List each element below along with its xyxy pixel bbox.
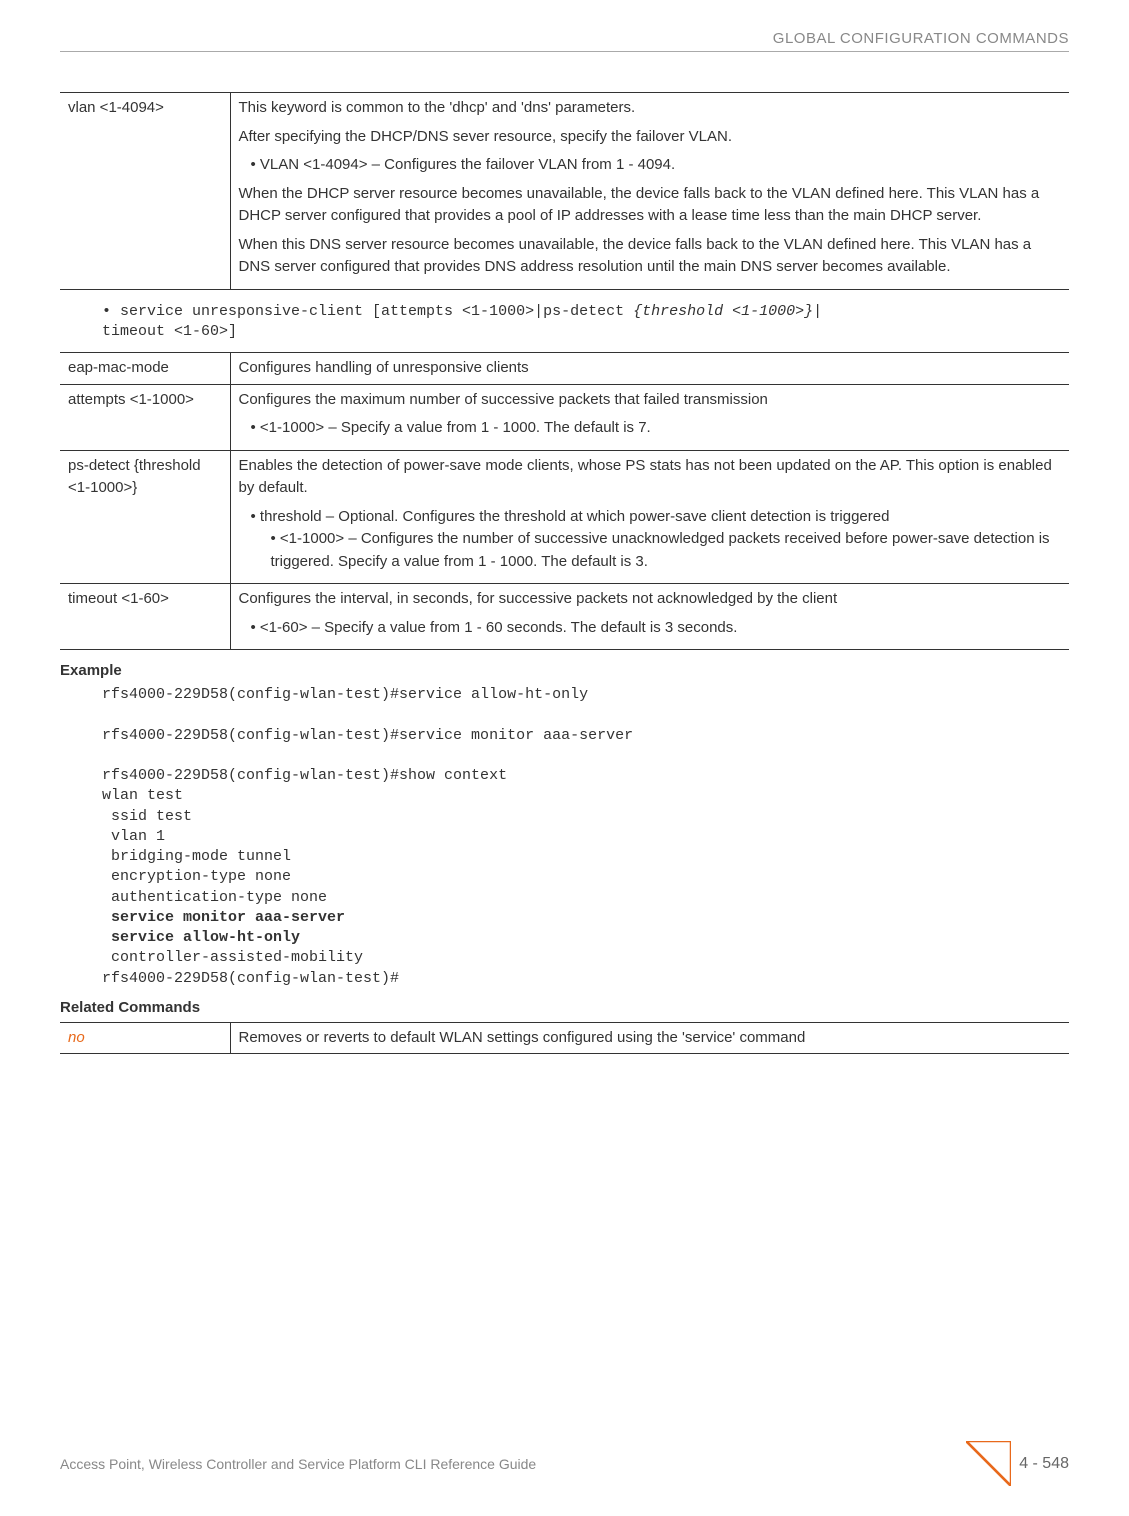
bullet-item: <1-1000> – Specify a value from 1 - 1000…: [251, 417, 1062, 440]
bullet-item: threshold – Optional. Configures the thr…: [251, 506, 1062, 574]
table-row: ps-detect {threshold <1-1000>} Enables t…: [60, 450, 1069, 584]
related-commands-heading: Related Commands: [60, 999, 1069, 1016]
page-header: GLOBAL CONFIGURATION COMMANDS: [60, 30, 1069, 52]
bullet-item: VLAN <1-4094> – Configures the failover …: [251, 154, 1062, 177]
code-line-bold: service allow-ht-only: [102, 929, 300, 946]
desc-text: Enables the detection of power-save mode…: [239, 455, 1062, 500]
page-corner-icon: [966, 1441, 1011, 1486]
desc-text: Configures the interval, in seconds, for…: [239, 588, 1062, 611]
code-line-bold: service monitor aaa-server: [102, 909, 345, 926]
code-line: rfs4000-229D58(config-wlan-test)#service…: [102, 727, 633, 744]
page-number: 4 - 548: [1019, 1455, 1069, 1473]
param-cell: no: [60, 1022, 230, 1054]
desc-cell: Enables the detection of power-save mode…: [230, 450, 1069, 584]
desc-cell: Configures the maximum number of success…: [230, 384, 1069, 450]
desc-text: When this DNS server resource becomes un…: [239, 234, 1062, 279]
desc-text: Configures the maximum number of success…: [239, 389, 1062, 412]
code-line: bridging-mode tunnel: [102, 848, 291, 865]
example-code: rfs4000-229D58(config-wlan-test)# service…: [60, 685, 1069, 989]
code-line: ssid test: [102, 808, 192, 825]
example-heading: Example: [60, 662, 1069, 679]
code-line: controller-assisted-mobility: [102, 949, 363, 966]
param-table-1: vlan <1-4094> This keyword is common to …: [60, 92, 1069, 290]
table-row: vlan <1-4094> This keyword is common to …: [60, 93, 1069, 290]
related-cmd-link: no: [68, 1029, 85, 1046]
desc-cell: Configures handling of unresponsive clie…: [230, 353, 1069, 385]
table-row: timeout <1-60> Configures the interval, …: [60, 584, 1069, 650]
code-line: encryption-type none: [102, 868, 291, 885]
bullet-item: <1-60> – Specify a value from 1 - 60 sec…: [251, 617, 1062, 640]
param-cell: attempts <1-1000>: [60, 384, 230, 450]
param-cell: eap-mac-mode: [60, 353, 230, 385]
code-line: rfs4000-229D58(config-wlan-test)#: [102, 970, 399, 987]
related-commands-table: no Removes or reverts to default WLAN se…: [60, 1022, 1069, 1055]
code-line: rfs4000-229D58(config-wlan-test)#service…: [102, 686, 588, 703]
desc-cell: Removes or reverts to default WLAN setti…: [230, 1022, 1069, 1054]
page-number-box: 4 - 548: [966, 1441, 1069, 1486]
desc-text: This keyword is common to the 'dhcp' and…: [239, 97, 1062, 120]
command-syntax: • service unresponsive-client [attempts …: [60, 302, 1069, 343]
table-row: no Removes or reverts to default WLAN se…: [60, 1022, 1069, 1054]
code-line: wlan test: [102, 787, 183, 804]
cmd-italic: {threshold <1-1000>}: [633, 303, 813, 320]
nested-bullet-item: <1-1000> – Configures the number of succ…: [271, 528, 1062, 573]
param-cell: timeout <1-60>: [60, 584, 230, 650]
footer-title: Access Point, Wireless Controller and Se…: [60, 1456, 536, 1472]
param-cell: vlan <1-4094>: [60, 93, 230, 290]
desc-text: When the DHCP server resource becomes un…: [239, 183, 1062, 228]
param-table-2: eap-mac-mode Configures handling of unre…: [60, 352, 1069, 650]
bullet-text: threshold – Optional. Configures the thr…: [260, 508, 890, 525]
desc-cell: Configures the interval, in seconds, for…: [230, 584, 1069, 650]
cmd-text: • service unresponsive-client [attempts …: [102, 303, 633, 320]
code-line: rfs4000-229D58(config-wlan-test)#show co…: [102, 767, 507, 784]
table-row: eap-mac-mode Configures handling of unre…: [60, 353, 1069, 385]
code-line: vlan 1: [102, 828, 165, 845]
param-cell: ps-detect {threshold <1-1000>}: [60, 450, 230, 584]
table-row: attempts <1-1000> Configures the maximum…: [60, 384, 1069, 450]
page-footer: Access Point, Wireless Controller and Se…: [60, 1441, 1069, 1486]
desc-cell: This keyword is common to the 'dhcp' and…: [230, 93, 1069, 290]
desc-text: After specifying the DHCP/DNS sever reso…: [239, 126, 1062, 149]
code-line: authentication-type none: [102, 889, 327, 906]
